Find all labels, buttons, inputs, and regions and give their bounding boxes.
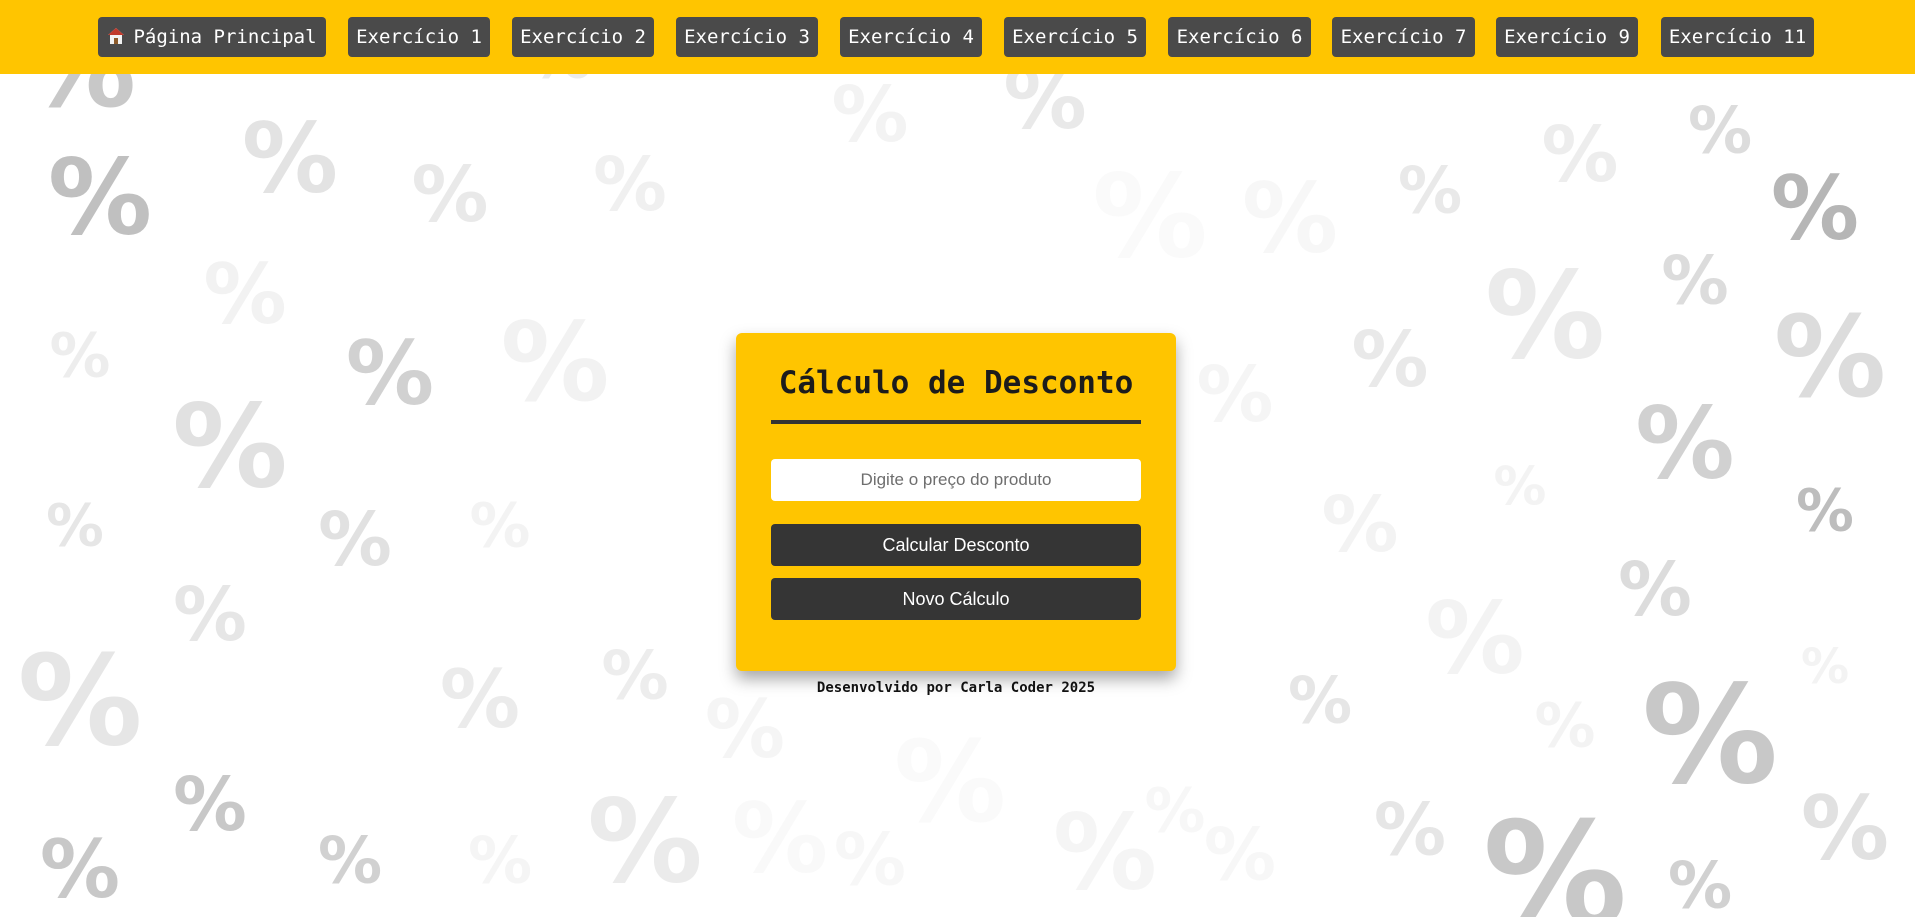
percent-glyph: % — [440, 653, 520, 746]
nav-exercicio-5-button[interactable]: Exercício 5 — [1004, 17, 1146, 57]
percent-glyph: % — [1322, 481, 1399, 570]
nav-exercicio-4-button[interactable]: Exercício 4 — [840, 17, 982, 57]
percent-glyph: % — [412, 151, 489, 240]
percent-glyph: % — [832, 71, 909, 160]
footer-credit: Desenvolvido por Carla Coder 2025 — [816, 680, 1096, 696]
percent-glyph: % — [1374, 788, 1446, 872]
percent-glyph: % — [172, 381, 287, 515]
new-calculation-button[interactable]: Novo Cálculo — [771, 578, 1141, 620]
percent-glyph: % — [46, 493, 104, 560]
percent-glyph: % — [1801, 777, 1889, 880]
nav-home-label: Página Principal — [133, 26, 317, 48]
page-title: Cálculo de Desconto — [778, 365, 1134, 401]
nav-exercicio-1-button[interactable]: Exercício 1 — [348, 17, 490, 57]
percent-glyph: % — [173, 573, 247, 658]
percent-glyph: % — [1053, 791, 1157, 913]
nav-home-button[interactable]: Página Principal — [98, 17, 326, 57]
percent-glyph: % — [1092, 151, 1207, 285]
percent-glyph: % — [203, 246, 286, 343]
percent-glyph: % — [1796, 478, 1854, 545]
percent-glyph: % — [40, 823, 120, 916]
percent-glyph: % — [1774, 293, 1886, 423]
percent-glyph: % — [1204, 813, 1276, 897]
percent-glyph: % — [1668, 850, 1732, 917]
percent-glyph: % — [17, 629, 142, 774]
percent-glyph: % — [1771, 157, 1859, 260]
percent-glyph: % — [1494, 457, 1547, 518]
percent-glyph: % — [346, 322, 434, 425]
percent-glyph: % — [1661, 242, 1728, 320]
percent-glyph: % — [1801, 639, 1849, 695]
percent-glyph: % — [1618, 548, 1692, 633]
percent-glyph: % — [1352, 316, 1429, 405]
home-icon — [107, 19, 125, 59]
percent-glyph: % — [834, 818, 906, 902]
percent-glyph: % — [1642, 657, 1778, 815]
percent-glyph: % — [1197, 351, 1274, 440]
percent-glyph: % — [1288, 665, 1352, 739]
percent-glyph: % — [500, 299, 609, 426]
price-input[interactable] — [771, 459, 1141, 501]
percent-glyph: % — [1688, 95, 1752, 169]
nav-exercicio-2-button[interactable]: Exercício 2 — [512, 17, 654, 57]
percent-glyph: % — [894, 718, 1006, 848]
percent-glyph: % — [1635, 386, 1734, 501]
nav-exercicio-9-button[interactable]: Exercício 9 — [1496, 17, 1638, 57]
percent-glyph: % — [593, 143, 667, 228]
title-divider — [771, 420, 1141, 424]
percent-glyph: % — [242, 102, 338, 214]
percent-glyph: % — [318, 825, 382, 899]
nav-exercicio-3-button[interactable]: Exercício 3 — [676, 17, 818, 57]
percent-glyph: % — [601, 637, 668, 715]
percent-glyph: % — [587, 776, 702, 910]
calculate-discount-button[interactable]: Calcular Desconto — [771, 524, 1141, 566]
percent-glyph: % — [50, 322, 111, 392]
nav-exercicio-6-button[interactable]: Exercício 6 — [1168, 17, 1311, 57]
percent-glyph: % — [1535, 692, 1596, 762]
top-navbar: Página Principal Exercício 1 Exercício 2… — [0, 0, 1915, 74]
percent-glyph: % — [1242, 162, 1338, 274]
percent-glyph: % — [1483, 791, 1627, 917]
percent-glyph: % — [1398, 155, 1462, 229]
percent-glyph: % — [318, 498, 392, 583]
percent-glyph: % — [173, 763, 247, 848]
percent-glyph: % — [705, 683, 785, 776]
percent-glyph: % — [1542, 111, 1619, 200]
percent-glyph: % — [1485, 248, 1605, 387]
percent-glyph: % — [732, 782, 828, 894]
percent-glyph: % — [48, 136, 152, 258]
percent-glyph: % — [1425, 581, 1524, 696]
nav-exercicio-7-button[interactable]: Exercício 7 — [1332, 17, 1475, 57]
discount-calculator-card: Cálculo de Desconto Calcular Desconto No… — [736, 333, 1176, 671]
percent-glyph: % — [468, 825, 532, 899]
percent-glyph: % — [470, 492, 531, 562]
nav-exercicio-11-button[interactable]: Exercício 11 — [1661, 17, 1814, 57]
